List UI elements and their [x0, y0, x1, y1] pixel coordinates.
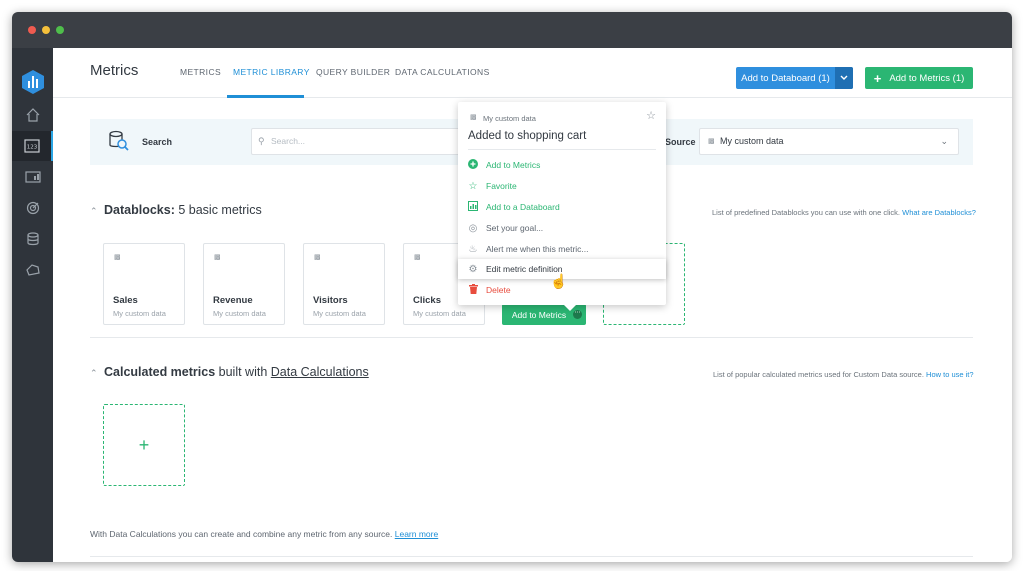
tab-query-builder[interactable]: QUERY BUILDER — [316, 67, 390, 77]
add-to-metrics-header-button[interactable]: + Add to Metrics (1) — [865, 67, 973, 89]
menu-set-goal[interactable]: ◎ Set your goal... — [458, 218, 666, 238]
card-source: My custom data — [213, 309, 266, 318]
custom-data-icon: ▩ — [114, 254, 121, 261]
popup-source: My custom data — [483, 114, 536, 123]
custom-data-icon: ▩ — [708, 138, 715, 145]
data-calculations-link[interactable]: Data Calculations — [271, 365, 369, 379]
menu-label: Favorite — [486, 181, 517, 191]
plus-icon: + — [873, 70, 882, 86]
database-search-icon — [109, 130, 129, 151]
datablocks-note-text: List of predefined Datablocks you can us… — [712, 208, 901, 217]
calculated-title: Calculated metrics — [104, 365, 216, 379]
datablocks-note: List of predefined Datablocks you can us… — [712, 208, 976, 217]
add-to-metrics-header-label: Add to Metrics (1) — [889, 72, 965, 84]
card-name: Sales — [113, 295, 138, 306]
active-tab-indicator — [227, 95, 304, 98]
search-placeholder: Search... — [271, 136, 306, 146]
custom-data-icon: ▩ — [414, 254, 421, 261]
add-to-metrics-label: Add to Metrics — [511, 309, 567, 320]
databoard-dropdown-caret-icon[interactable] — [835, 67, 853, 89]
source-select[interactable]: ▩ My custom data ⌄ — [699, 128, 959, 155]
menu-favorite[interactable]: ☆ Favorite — [458, 176, 666, 196]
card-name: Clicks — [413, 295, 441, 306]
maximize-window-button[interactable] — [56, 26, 64, 34]
search-label: Search — [142, 137, 173, 147]
menu-add-to-databoard[interactable]: Add to a Databoard — [458, 197, 666, 217]
databoard-icon — [458, 200, 482, 214]
calculated-note: List of popular calculated metrics used … — [713, 370, 974, 379]
collapse-datablocks-icon[interactable]: ⌃ — [90, 206, 98, 217]
what-are-datablocks-link[interactable]: What are Datablocks? — [902, 208, 976, 217]
popup-title: Added to shopping cart — [468, 130, 587, 142]
menu-label: Set your goal... — [486, 223, 544, 233]
chevron-down-icon: ⌄ — [940, 136, 948, 146]
databox-logo-icon[interactable] — [22, 70, 44, 94]
app-window: 123 Metrics METRICS METRIC LIBRARY QUERY… — [12, 12, 1012, 562]
datablocks-title: Datablocks: — [104, 203, 175, 217]
data-manager-nav-icon[interactable] — [12, 224, 53, 254]
menu-label: Add to Metrics — [486, 160, 541, 170]
datablocks-heading: Datablocks: 5 basic metrics — [104, 203, 262, 217]
calculated-heading: Calculated metrics built with Data Calcu… — [104, 365, 369, 379]
more-options-icon[interactable]: ⋯ — [573, 310, 582, 319]
alerts-nav-icon[interactable] — [12, 255, 53, 285]
custom-data-icon: ▩ — [214, 254, 221, 261]
learn-more-link[interactable]: Learn more — [395, 529, 438, 539]
databoards-nav-icon[interactable] — [12, 162, 53, 192]
source-label: Source — [665, 137, 696, 147]
svg-text:123: 123 — [26, 145, 37, 151]
magnifier-icon: ⚲ — [258, 136, 265, 146]
sidebar: 123 — [12, 48, 53, 562]
window-titlebar — [12, 12, 1012, 48]
datablock-card-sales[interactable]: ▩ Sales My custom data — [103, 243, 185, 325]
menu-add-to-metrics[interactable]: Add to Metrics — [458, 155, 666, 175]
main-content: Metrics METRICS METRIC LIBRARY QUERY BUI… — [53, 48, 1012, 562]
card-source: My custom data — [113, 309, 166, 318]
datablocks-count: 5 basic metrics — [178, 203, 262, 217]
datablock-card-revenue[interactable]: ▩ Revenue My custom data — [203, 243, 285, 325]
custom-data-icon: ▩ — [314, 254, 321, 261]
plus-circle-icon — [458, 158, 482, 172]
search-input[interactable]: ⚲ Search... — [251, 128, 461, 155]
top-navigation-bar: Metrics METRICS METRIC LIBRARY QUERY BUI… — [53, 48, 1012, 98]
custom-data-icon: ▩ — [470, 114, 477, 121]
minimize-window-button[interactable] — [42, 26, 50, 34]
card-name: Visitors — [313, 295, 348, 306]
favorite-star-icon[interactable]: ☆ — [646, 109, 656, 122]
footer-note: With Data Calculations you can create an… — [90, 529, 438, 539]
source-select-value: My custom data — [720, 136, 784, 146]
metrics-nav-icon[interactable]: 123 — [12, 131, 53, 161]
goals-nav-icon[interactable] — [12, 193, 53, 223]
home-icon[interactable] — [12, 100, 53, 130]
calculated-subtitle: built with — [218, 365, 268, 379]
close-window-button[interactable] — [28, 26, 36, 34]
tab-metrics[interactable]: METRICS — [180, 67, 221, 77]
trash-icon — [458, 283, 482, 297]
footer-text: With Data Calculations you can create an… — [90, 529, 393, 539]
hand-cursor-icon: ☝ — [550, 273, 568, 289]
add-calculated-plus-icon: + — [138, 434, 150, 455]
datablock-card-visitors[interactable]: ▩ Visitors My custom data — [303, 243, 385, 325]
star-icon: ☆ — [468, 180, 478, 192]
page-title: Metrics — [90, 62, 139, 79]
menu-alert[interactable]: ♨ Alert me when this metric... — [458, 239, 666, 259]
popup-pointer — [563, 304, 577, 311]
collapse-calculated-icon[interactable]: ⌃ — [90, 368, 98, 379]
tab-metric-library[interactable]: METRIC LIBRARY — [233, 67, 310, 77]
menu-label: Delete — [486, 285, 511, 295]
tab-data-calculations[interactable]: DATA CALCULATIONS — [395, 67, 490, 77]
goal-icon: ◎ — [468, 222, 478, 234]
popup-divider — [468, 149, 656, 150]
how-to-use-it-link[interactable]: How to use it? — [926, 370, 974, 379]
gear-icon: ⚙ — [468, 263, 478, 275]
bell-icon: ♨ — [468, 243, 478, 255]
calculated-note-text: List of popular calculated metrics used … — [713, 370, 924, 379]
card-name: Revenue — [213, 295, 253, 306]
menu-label: Add to a Databoard — [486, 202, 560, 212]
section-divider — [90, 337, 973, 338]
card-source: My custom data — [313, 309, 366, 318]
footer-divider — [90, 556, 973, 557]
card-source: My custom data — [413, 309, 466, 318]
menu-label: Alert me when this metric... — [486, 244, 589, 254]
